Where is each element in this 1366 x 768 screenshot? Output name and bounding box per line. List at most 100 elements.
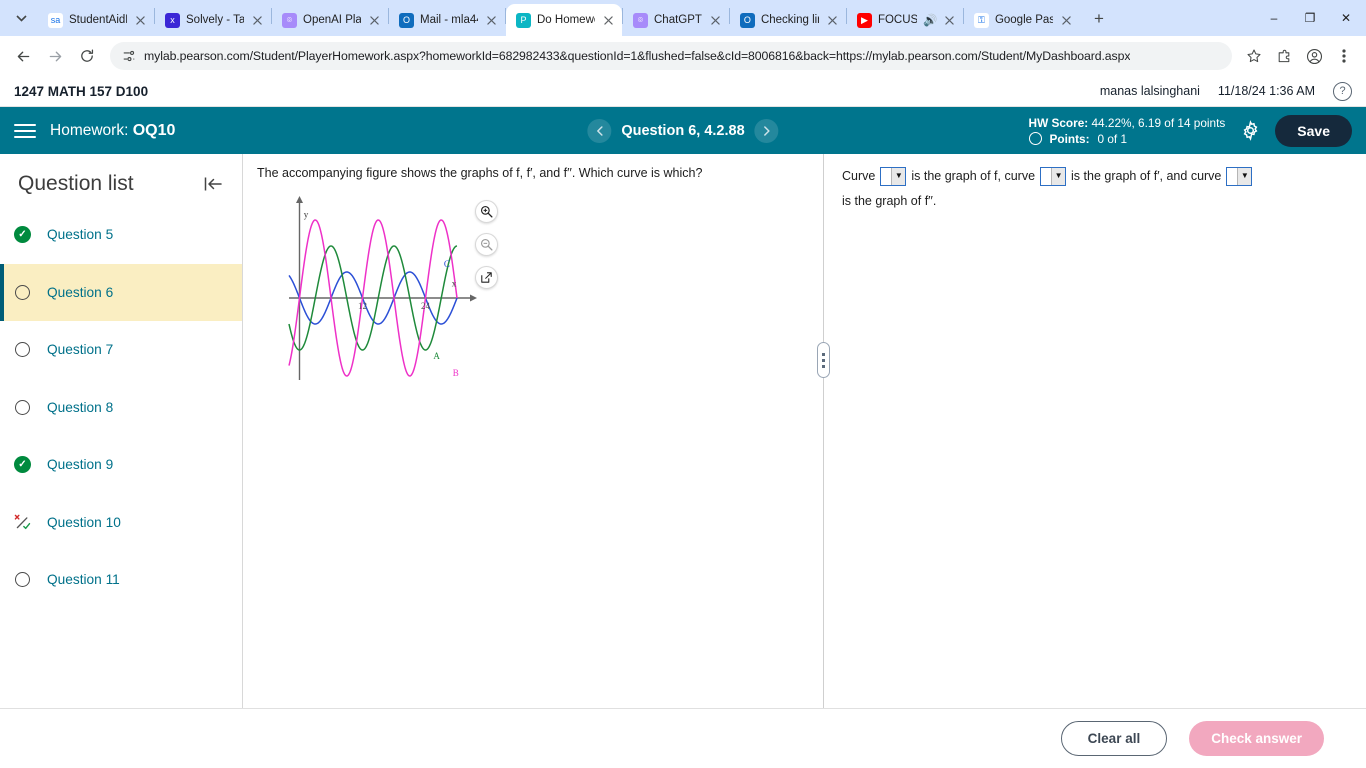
open-popout-icon[interactable] (475, 266, 498, 289)
tab-close-icon[interactable] (1059, 13, 1074, 28)
browser-tab[interactable]: ⌾ ChatGPT (623, 4, 729, 36)
tab-title: FOCUS ON (877, 14, 917, 26)
youtube-icon: ▶ (856, 12, 872, 28)
tab-close-icon[interactable] (601, 13, 616, 28)
forward-arrow-icon[interactable] (40, 41, 70, 71)
tab-strip: sa StudentAidBC x Solvely - Take ⌾ OpenAI Pla… (0, 0, 1366, 36)
answer-prefix: Curve (842, 169, 876, 183)
tab-close-icon[interactable] (250, 13, 265, 28)
reload-icon[interactable] (72, 41, 102, 71)
status-unanswered-icon (14, 341, 31, 358)
tab-title: Checking link (760, 14, 819, 26)
svg-text:A: A (433, 351, 440, 361)
new-tab-button[interactable]: + (1086, 6, 1112, 32)
kebab-menu-icon[interactable] (1330, 42, 1358, 70)
tab-close-icon[interactable] (484, 13, 499, 28)
question-footer: Clear all Check answer (0, 708, 1366, 768)
svg-text:y: y (304, 209, 309, 219)
splitter-grip[interactable] (817, 342, 830, 378)
pane-splitter[interactable] (817, 154, 830, 708)
tab-close-icon[interactable] (825, 13, 840, 28)
current-datetime: 11/18/24 1:36 AM (1217, 84, 1315, 98)
profile-icon[interactable] (1300, 42, 1328, 70)
answer-pane: Curve ▼ is the graph of f, curve ▼ is th… (824, 154, 1366, 708)
browser-tab[interactable]: O Checking link (730, 4, 846, 36)
score-summary: HW Score: 44.22%, 6.19 of 14 points Poin… (1028, 115, 1226, 147)
points-status-icon (1028, 132, 1042, 145)
question-list-item-label: Question 11 (47, 572, 120, 588)
hw-score-label: HW Score: (1028, 115, 1089, 130)
homework-label: Homework: (50, 121, 129, 139)
question-list-item[interactable]: Question 10 (0, 494, 242, 552)
browser-tab-active[interactable]: P Do Homework (506, 4, 622, 36)
question-list-item[interactable]: ✓ Question 5 (0, 206, 242, 264)
curve-f-select[interactable]: ▼ (880, 166, 907, 186)
browser-tab[interactable]: x Solvely - Take (155, 4, 271, 36)
prev-question-button[interactable] (587, 118, 612, 143)
question-list-panel: Question list ✓ Question 5 Question 6 Quest… (0, 154, 243, 708)
question-list-item[interactable]: Question 11 (0, 551, 242, 609)
clear-all-button[interactable]: Clear all (1060, 721, 1168, 756)
address-bar[interactable]: mylab.pearson.com/Student/PlayerHomework… (110, 42, 1232, 70)
tab-close-icon[interactable] (708, 13, 723, 28)
status-correct-icon: ✓ (14, 226, 31, 244)
hamburger-menu-icon[interactable] (14, 123, 36, 138)
tab-close-icon[interactable] (942, 13, 957, 28)
tab-title: Mail - mla445 (420, 14, 478, 26)
tab-close-icon[interactable] (133, 13, 148, 28)
browser-tab[interactable]: ⌾ OpenAI Platfo (272, 4, 388, 36)
browser-tab[interactable]: ▶ FOCUS ON 🔊 (847, 4, 963, 36)
tab-search-button[interactable] (8, 5, 34, 31)
star-icon[interactable] (1240, 42, 1268, 70)
tab-close-icon[interactable] (367, 13, 382, 28)
openai-icon: ⌾ (633, 12, 648, 28)
extensions-icon[interactable] (1270, 42, 1298, 70)
user-name: manas lalsinghani (1099, 84, 1200, 98)
question-list-item-label: Question 5 (47, 227, 114, 243)
site-settings-icon[interactable] (122, 49, 136, 63)
hw-score-value: 44.22%, 6.19 of 14 points (1091, 115, 1226, 130)
svg-text:x: x (452, 278, 457, 288)
browser-toolbar: mylab.pearson.com/Student/PlayerHomework… (0, 36, 1366, 76)
points-value: 0 of 1 (1097, 131, 1128, 146)
question-list-item-label: Question 8 (47, 399, 114, 415)
browser-tab[interactable]: ⚿ Google Passw (964, 4, 1080, 36)
browser-tab[interactable]: sa StudentAidBC (38, 4, 154, 36)
tab-title: StudentAidBC (69, 14, 127, 26)
browser-tab[interactable]: O Mail - mla445 (389, 4, 505, 36)
collapse-panel-icon[interactable] (202, 173, 224, 195)
back-arrow-icon[interactable] (8, 41, 38, 71)
status-correct-icon: ✓ (14, 456, 31, 474)
browser-window: sa StudentAidBC x Solvely - Take ⌾ OpenAI Pla… (0, 0, 1366, 768)
curve-fdoubleprime-select[interactable]: ▼ (1226, 166, 1253, 186)
outlook-icon: O (399, 12, 414, 28)
maximize-button[interactable]: ❐ (1292, 3, 1328, 33)
question-list-item[interactable]: Question 6 (0, 263, 242, 321)
help-icon[interactable]: ? (1333, 81, 1352, 101)
question-list-item-label: Question 9 (47, 457, 114, 473)
course-title: 1247 MATH 157 D100 (14, 83, 149, 99)
question-list-item[interactable]: Question 7 (0, 321, 242, 379)
question-list-item[interactable]: Question 8 (0, 379, 242, 437)
save-button[interactable]: Save (1275, 114, 1352, 147)
zoom-in-icon[interactable] (475, 200, 498, 223)
minimize-button[interactable]: – (1256, 3, 1292, 33)
check-answer-button[interactable]: Check answer (1189, 721, 1324, 756)
answer-mid1: is the graph of f, curve (911, 169, 1036, 183)
gear-icon[interactable] (1239, 120, 1261, 142)
svg-text:12: 12 (358, 301, 367, 311)
tab-title: OpenAI Platfo (303, 14, 361, 26)
close-window-button[interactable]: ✕ (1328, 3, 1364, 33)
homework-header: Homework: OQ10 Question 6, 4.2.88 HW Sco… (0, 107, 1366, 154)
question-list-item[interactable]: ✓ Question 9 (0, 436, 242, 494)
question-prompt: The accompanying figure shows the graphs… (257, 166, 703, 180)
next-question-button[interactable] (754, 118, 779, 143)
studentaid-icon: sa (48, 12, 63, 28)
curve-fprime-select[interactable]: ▼ (1040, 166, 1067, 186)
current-question-label: Question 6, 4.2.88 (621, 122, 745, 139)
zoom-out-icon[interactable] (475, 233, 498, 256)
question-list-title: Question list (18, 172, 134, 195)
tab-mute-icon[interactable]: 🔊 (923, 13, 937, 27)
svg-text:C: C (444, 259, 450, 269)
status-unanswered-icon (14, 571, 31, 588)
